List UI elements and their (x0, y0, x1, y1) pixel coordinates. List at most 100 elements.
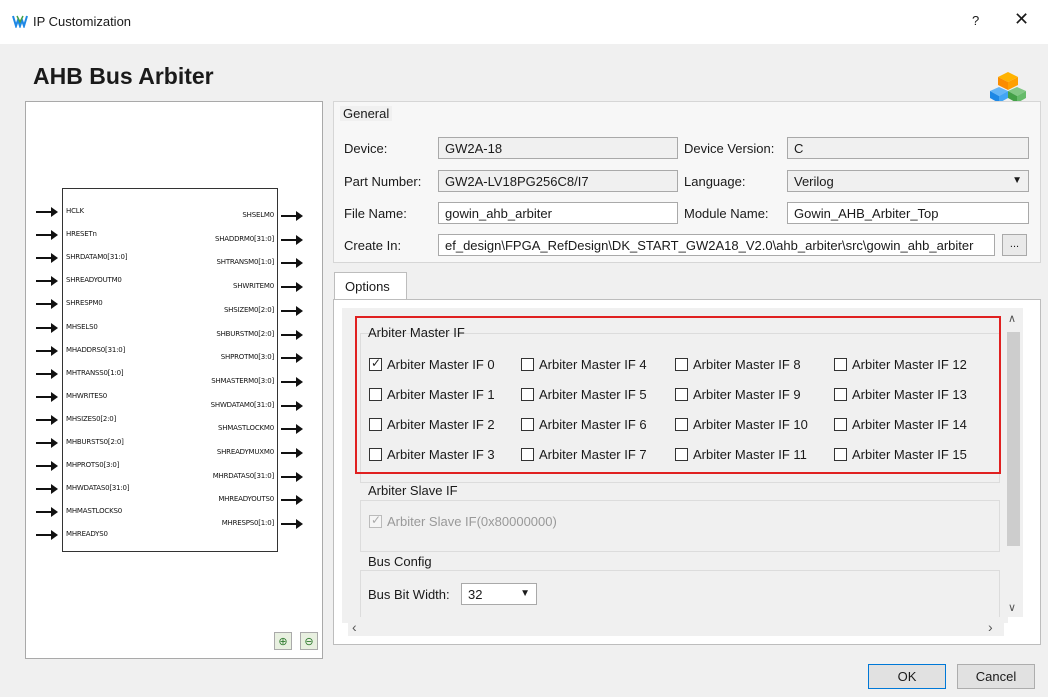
output-port-arrow (281, 258, 303, 269)
output-port-label: SHMASTERM0[3:0] (211, 376, 274, 385)
dropdown-arrow-icon: ▼ (1012, 175, 1022, 186)
highlight-box (355, 316, 1001, 474)
output-port-arrow (281, 234, 303, 245)
module-name-input[interactable]: Gowin_AHB_Arbiter_Top (787, 202, 1029, 224)
output-port-arrow (281, 329, 303, 340)
input-port-arrow (36, 207, 58, 217)
input-port-label: MHWDATAS0[31:0] (66, 484, 130, 493)
general-group: General Device: GW2A-18 Device Version: … (333, 101, 1041, 263)
slave-if-title: Arbiter Slave IF (368, 483, 458, 498)
input-port-label: MHWRITES0 (66, 391, 107, 400)
output-port-arrow (281, 471, 303, 482)
input-port-label: SHRESPM0 (66, 299, 103, 308)
language-label: Language: (684, 174, 746, 189)
bus-width-select[interactable]: 32 ▼ (461, 583, 537, 605)
browse-button[interactable]: ... (1002, 234, 1027, 256)
output-port-arrow (281, 448, 303, 458)
output-port-label: SHSIZEM0[2:0] (223, 305, 274, 314)
zoom-out-icon[interactable]: ⊖ (300, 632, 318, 650)
gowin-app-icon (12, 15, 28, 28)
input-port-label: HCLK (66, 207, 84, 215)
input-port-arrow (36, 391, 58, 402)
input-port-label: MHTRANSS0[1:0] (66, 368, 124, 377)
bus-config-title: Bus Config (368, 554, 432, 569)
input-port-label: MHMASTLOCKS0 (66, 507, 122, 516)
scroll-right-icon[interactable]: › (988, 619, 993, 635)
ip-title: AHB Bus Arbiter (33, 63, 214, 89)
create-in-input[interactable]: ef_design\FPGA_RefDesign\DK_START_GW2A18… (438, 234, 995, 256)
checkbox-icon (369, 513, 382, 528)
file-name-input[interactable]: gowin_ahb_arbiter (438, 202, 678, 224)
output-port-arrow (281, 519, 303, 530)
input-port-label: MHSIZES0[2:0] (66, 414, 117, 423)
dropdown-arrow-icon: ▼ (520, 588, 530, 599)
bus-width-label: Bus Bit Width: (368, 587, 450, 602)
input-port-arrow (36, 438, 58, 448)
output-port-label: SHWDATAM0[31:0] (210, 400, 275, 409)
title-bar: IP Customization ? ✕ (0, 0, 1048, 44)
cubes-logo-icon (990, 72, 1026, 103)
ok-button[interactable]: OK (868, 664, 946, 689)
zoom-in-icon[interactable]: ⊕ (274, 632, 292, 650)
output-port-arrow (281, 282, 303, 293)
input-port-arrow (36, 530, 58, 541)
scroll-left-icon[interactable]: ‹ (352, 619, 357, 635)
device-version-label: Device Version: (684, 141, 775, 156)
horizontal-scrollbar[interactable]: ‹ › (348, 617, 1004, 636)
output-port-label: MHRESPS0[1:0] (221, 519, 274, 528)
output-port-label: MHREADYOUTS0 (218, 495, 274, 504)
input-port-label: HRESETn (66, 230, 97, 239)
output-port-arrow (281, 305, 303, 316)
bus-width-value: 32 (468, 587, 483, 602)
part-number-field: GW2A-LV18PG256C8/I7 (438, 170, 678, 192)
part-number-label: Part Number: (344, 174, 422, 189)
output-port-label: SHREADYMUXM0 (216, 448, 274, 456)
input-port-arrow (36, 299, 58, 310)
slave-if-label: Arbiter Slave IF(0x80000000) (387, 514, 557, 529)
slave-if-checkbox[interactable]: Arbiter Slave IF(0x80000000) (369, 513, 557, 529)
module-diagram-panel: HCLK HRESETn SHRDATAM0[31:0] SHREADYOUTM0 SH… (25, 101, 323, 659)
vertical-scrollbar[interactable]: ∧ ∨ (1004, 308, 1023, 617)
input-port-arrow (36, 461, 58, 472)
input-port-label: MHBURSTS0[2:0] (66, 438, 124, 446)
output-port-arrow (281, 376, 303, 387)
device-field: GW2A-18 (438, 137, 678, 159)
module-name-label: Module Name: (684, 206, 769, 221)
output-port-arrow (281, 400, 303, 411)
language-select[interactable]: Verilog ▼ (787, 170, 1029, 192)
output-port-arrow (281, 424, 303, 435)
input-port-label: MHPROTS0[3:0] (66, 461, 120, 470)
output-port-label: SHPROTM0[3:0] (220, 353, 274, 362)
scroll-up-icon[interactable]: ∧ (1008, 312, 1016, 325)
input-port-label: MHADDRS0[31:0] (66, 345, 126, 354)
close-icon[interactable]: ✕ (1014, 9, 1029, 29)
output-port-label: SHTRANSM0[1:0] (216, 258, 275, 267)
general-group-label: General (340, 106, 393, 121)
file-name-label: File Name: (344, 206, 407, 221)
window-title: IP Customization (33, 14, 132, 29)
output-port-arrow (281, 495, 303, 506)
device-label: Device: (344, 141, 388, 156)
output-port-label: SHBURSTM0[2:0] (216, 329, 274, 338)
output-port-label: SHMASTLOCKM0 (218, 424, 274, 433)
input-port-label: MHREADYS0 (66, 530, 108, 539)
output-port-label: SHSELM0 (242, 211, 274, 219)
input-port-arrow (36, 230, 58, 241)
input-port-arrow (36, 484, 58, 495)
tab-options[interactable]: Options (334, 272, 407, 300)
output-port-label: SHWRITEM0 (233, 282, 274, 291)
cancel-button[interactable]: Cancel (957, 664, 1035, 689)
input-port-arrow (36, 276, 58, 287)
create-in-label: Create In: (344, 238, 402, 253)
device-version-field: C (787, 137, 1029, 159)
help-button[interactable]: ? (972, 13, 979, 28)
language-value: Verilog (794, 174, 834, 189)
input-port-arrow (36, 322, 58, 333)
input-port-label: SHREADYOUTM0 (66, 276, 122, 285)
scroll-thumb[interactable] (1007, 332, 1020, 546)
output-port-label: MHRDATAS0[31:0] (212, 471, 274, 480)
output-port-arrow (281, 353, 303, 364)
input-port-label: MHSELS0 (66, 322, 98, 331)
scroll-down-icon[interactable]: ∨ (1008, 601, 1016, 614)
output-port-label: SHADDRM0[31:0] (214, 234, 274, 243)
